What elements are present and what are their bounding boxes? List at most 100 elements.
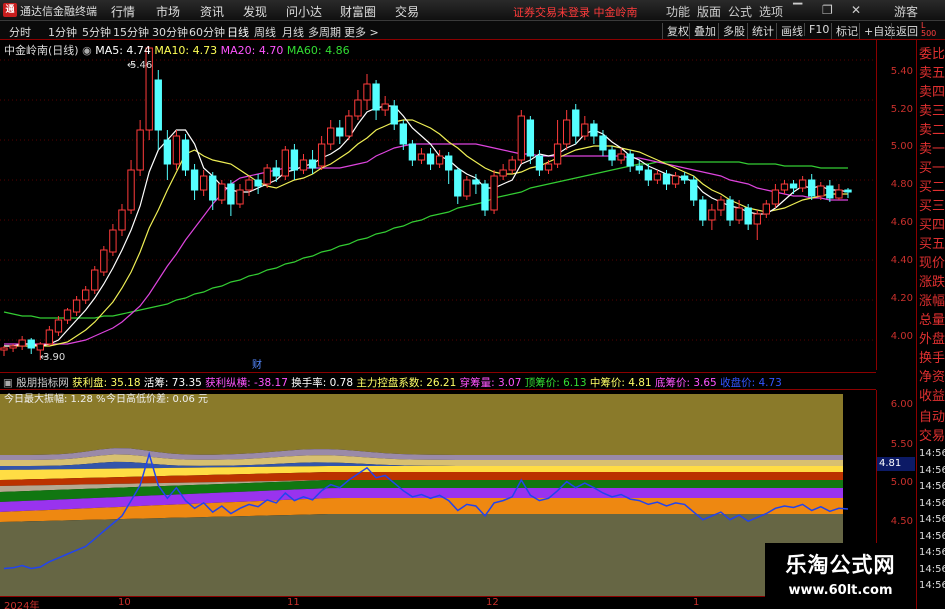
candle-body bbox=[562, 119, 571, 145]
indicator-close-price: 收盘价: 4.73 bbox=[720, 377, 782, 389]
minimize-icon[interactable]: ▔ bbox=[793, 3, 802, 17]
menu-jiaoyi[interactable]: 交易 bbox=[395, 3, 419, 20]
menu-hangqing[interactable]: 行情 bbox=[111, 3, 135, 20]
side-change-pct[interactable]: 涨幅 bbox=[919, 292, 945, 311]
price-tick: 5.20 bbox=[890, 104, 913, 115]
btn-back[interactable]: 返回 bbox=[891, 23, 918, 39]
ma20-label: MA20: 4.70 bbox=[220, 44, 284, 57]
btn-diejia[interactable]: 叠加 bbox=[689, 23, 716, 39]
btn-biaoji[interactable]: 标记 bbox=[831, 23, 858, 39]
side-change[interactable]: 涨跌 bbox=[919, 273, 945, 292]
btn-f10[interactable]: F10 bbox=[804, 23, 829, 36]
menu-xuanxiang[interactable]: 选项 bbox=[759, 3, 783, 20]
side-volume[interactable]: 总量 bbox=[919, 311, 945, 330]
menu-wenxiaoda[interactable]: 问小达 bbox=[286, 3, 322, 20]
side-buy3[interactable]: 买三 bbox=[919, 197, 945, 216]
side-auto[interactable]: 自动 bbox=[919, 408, 945, 427]
side-price[interactable]: 现价 bbox=[919, 254, 945, 273]
candle-body bbox=[481, 183, 489, 211]
candle-body bbox=[662, 173, 671, 185]
period-daily[interactable]: 日线 bbox=[227, 24, 249, 40]
period-1min[interactable]: 1分钟 bbox=[48, 24, 77, 40]
candle-body bbox=[581, 123, 589, 137]
side-buy5[interactable]: 买五 bbox=[919, 235, 945, 254]
candle-body bbox=[590, 123, 598, 137]
candle-body bbox=[227, 183, 235, 205]
menu-shichang[interactable]: 市场 bbox=[156, 3, 180, 20]
price-tick: 5.40 bbox=[890, 66, 913, 77]
side-buy4[interactable]: 买四 bbox=[919, 216, 945, 235]
candle-body bbox=[499, 169, 507, 177]
side-sell2[interactable]: 卖二 bbox=[919, 121, 945, 140]
side-sell4[interactable]: 卖四 bbox=[919, 83, 945, 102]
ma5-line bbox=[4, 105, 849, 347]
period-multi[interactable]: 多周期 bbox=[308, 24, 341, 40]
btn-tongji[interactable]: 统计 bbox=[747, 23, 774, 39]
finance-marker[interactable]: 财 bbox=[252, 358, 262, 370]
app-title: 通达信金融终端 bbox=[20, 5, 97, 18]
period-5min[interactable]: 5分钟 bbox=[82, 24, 111, 40]
indicator-active: 活筹: 73.35 bbox=[143, 377, 202, 389]
side-sell1[interactable]: 卖一 bbox=[919, 140, 945, 159]
btn-fuquan[interactable]: 复权 bbox=[662, 23, 689, 39]
ma5-polyline bbox=[4, 105, 849, 347]
candle-body bbox=[381, 103, 389, 111]
candle-body bbox=[680, 175, 689, 181]
restore-icon[interactable]: ❐ bbox=[822, 3, 833, 17]
candle-body bbox=[190, 169, 199, 191]
stock-title: 中金岭南(日线) bbox=[4, 44, 79, 57]
side-outer[interactable]: 外盘 bbox=[919, 330, 945, 349]
candle-body bbox=[399, 123, 407, 145]
close-icon[interactable]: ✕ bbox=[851, 3, 861, 17]
chip-distribution-chart[interactable]: 今日最大振幅: 1.28 % 今日高低价差: 0.06 元 bbox=[0, 390, 876, 596]
side-buy1[interactable]: 买一 bbox=[919, 159, 945, 178]
menu-gongneng[interactable]: 功能 bbox=[666, 3, 690, 20]
menu-caifuquan[interactable]: 财富圈 bbox=[340, 3, 376, 20]
period-weekly[interactable]: 周线 bbox=[254, 24, 276, 40]
candle-body bbox=[0, 347, 8, 351]
settings-circle-icon[interactable]: ◉ bbox=[82, 44, 95, 57]
ma60-label: MA60: 4.86 bbox=[286, 44, 350, 57]
candle-body bbox=[263, 167, 271, 185]
candle-body bbox=[100, 249, 108, 273]
price-tick: 4.60 bbox=[890, 217, 913, 228]
menu-zixun[interactable]: 资讯 bbox=[200, 3, 224, 20]
candle-body bbox=[18, 339, 26, 347]
guest-account[interactable]: 游客 bbox=[894, 3, 918, 20]
indicator-toggle-icon[interactable]: ▣ bbox=[3, 377, 16, 389]
period-monthly[interactable]: 月线 bbox=[282, 24, 304, 40]
side-sell5[interactable]: 卖五 bbox=[919, 64, 945, 83]
candle-body bbox=[445, 155, 453, 171]
candle-body bbox=[617, 153, 625, 161]
side-turnover[interactable]: 换手 bbox=[919, 349, 945, 368]
ind-tick: 4.50 bbox=[890, 516, 913, 527]
app-logo: 通 bbox=[3, 3, 17, 17]
price-tick: 4.80 bbox=[890, 179, 913, 190]
side-eps[interactable]: 收益 bbox=[919, 387, 945, 406]
side-weibi[interactable]: 委比 bbox=[919, 45, 945, 64]
side-net-asset[interactable]: 净资 bbox=[919, 368, 945, 387]
time-tick: 1 bbox=[693, 597, 700, 608]
candle-body bbox=[753, 213, 761, 225]
menu-faxian[interactable]: 发现 bbox=[243, 3, 267, 20]
btn-huaxian[interactable]: 画线 bbox=[776, 23, 803, 39]
candlestick-chart[interactable]: ← ← 5.46 3.90 财 bbox=[0, 40, 876, 370]
btn-add-favorite[interactable]: +自选 bbox=[859, 23, 895, 39]
candle-body bbox=[181, 139, 190, 171]
btn-duogu[interactable]: 多股 bbox=[718, 23, 745, 39]
period-30min[interactable]: 30分钟 bbox=[152, 24, 188, 40]
indicator-name[interactable]: 殷朋指标网 bbox=[16, 377, 69, 389]
period-more[interactable]: 更多 > bbox=[344, 24, 379, 40]
candle-body bbox=[690, 179, 698, 201]
period-15min[interactable]: 15分钟 bbox=[113, 24, 149, 40]
candle-body bbox=[717, 199, 725, 211]
menu-banmian[interactable]: 版面 bbox=[697, 3, 721, 20]
period-60min[interactable]: 60分钟 bbox=[189, 24, 225, 40]
candle-body bbox=[835, 189, 843, 199]
side-buy2[interactable]: 买二 bbox=[919, 178, 945, 197]
side-sell3[interactable]: 卖三 bbox=[919, 102, 945, 121]
period-fenshi[interactable]: 分时 bbox=[9, 24, 31, 40]
menu-gongshi[interactable]: 公式 bbox=[728, 3, 752, 20]
candle-body bbox=[435, 155, 444, 165]
side-trade[interactable]: 交易 bbox=[919, 427, 945, 446]
